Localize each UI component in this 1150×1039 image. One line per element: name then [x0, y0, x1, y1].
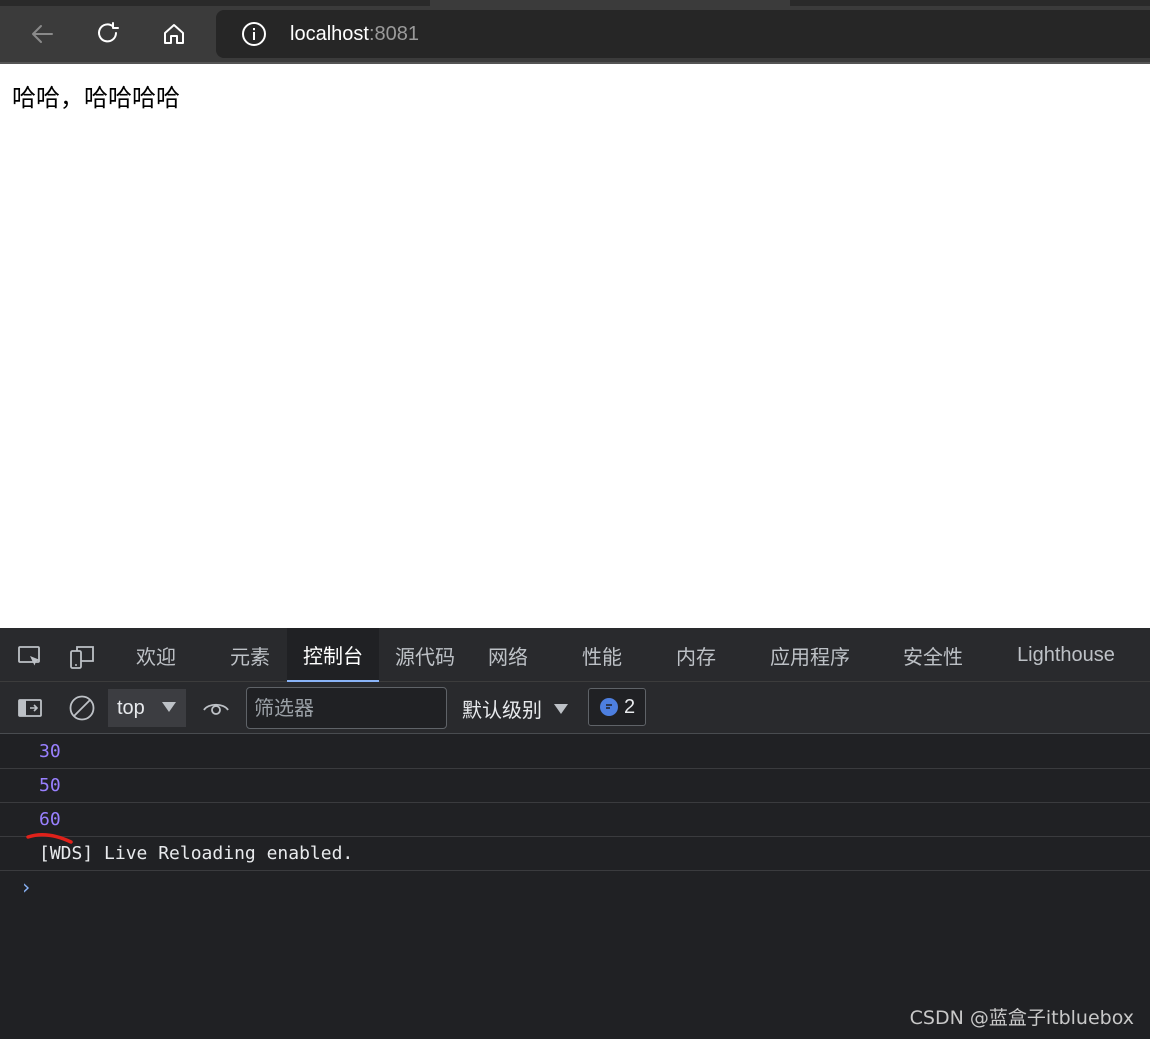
devtools-tab-bar: 欢迎 元素 控制台 源代码 网络 性能 内存 应用程序 安全性 Lighthou… [0, 628, 1150, 682]
tab-strip [0, 0, 430, 6]
tab-strip-right [790, 0, 1150, 6]
inspect-element-icon [18, 646, 40, 666]
tab-sources[interactable]: 源代码 [385, 628, 465, 682]
arrow-left-icon [32, 25, 53, 43]
context-value: top [117, 696, 145, 719]
log-levels-label: 默认级别 [462, 698, 542, 722]
tab-console[interactable]: 控制台 [287, 628, 379, 682]
page-text: 哈哈，哈哈哈哈 [12, 84, 180, 112]
tab-memory[interactable]: 内存 [660, 628, 732, 682]
address-bar[interactable]: localhost:8081 [216, 10, 1150, 58]
console-filter-input[interactable] [246, 687, 447, 729]
home-icon [164, 24, 184, 44]
device-toolbar-button[interactable] [67, 642, 97, 672]
console-row: 50 [0, 769, 1150, 803]
console-row-text: [WDS] Live Reloading enabled. [39, 843, 354, 864]
tab-application[interactable]: 应用程序 [754, 628, 866, 682]
console-row-text: 30 [39, 741, 61, 762]
chevron-down-icon [554, 703, 568, 714]
url-host: localhost [290, 22, 369, 45]
url-port: :8081 [368, 22, 419, 45]
back-button[interactable] [22, 14, 62, 54]
browser-toolbar: localhost:8081 [0, 0, 1150, 64]
reload-icon [98, 22, 119, 43]
inspect-element-button[interactable] [15, 642, 45, 672]
info-icon [242, 22, 266, 46]
page-viewport: 哈哈，哈哈哈哈 [0, 64, 1150, 628]
url-text: localhost:8081 [290, 23, 419, 46]
console-row: [WDS] Live Reloading enabled. [0, 837, 1150, 871]
live-expression-button[interactable] [201, 693, 231, 723]
prompt-chevron-icon: › [20, 875, 33, 899]
eye-icon [203, 703, 229, 715]
console-sidebar-button[interactable] [15, 693, 45, 723]
red-underline-annotation [26, 832, 73, 844]
tab-security[interactable]: 安全性 [888, 628, 978, 682]
tab-lighthouse[interactable]: Lighthouse [1004, 628, 1128, 682]
tab-elements[interactable]: 元素 [214, 628, 286, 682]
tab-network[interactable]: 网络 [472, 628, 544, 682]
log-levels-dropdown[interactable]: 默认级别 [462, 694, 568, 723]
console-row: 30 [0, 735, 1150, 769]
console-prompt[interactable]: › [0, 871, 1150, 903]
home-button[interactable] [154, 14, 194, 54]
clear-console-icon [69, 695, 95, 721]
message-bubble-icon [600, 698, 618, 716]
context-select[interactable]: top [108, 689, 186, 727]
console-row-text: 60 [39, 809, 61, 830]
chevron-down-icon [162, 702, 176, 712]
sidebar-toggle-icon [18, 699, 42, 717]
tab-performance[interactable]: 性能 [566, 628, 638, 682]
issues-count: 2 [624, 695, 636, 718]
tab-welcome[interactable]: 欢迎 [120, 628, 192, 682]
clear-console-button[interactable] [67, 693, 97, 723]
site-info-button[interactable] [240, 20, 268, 48]
watermark: CSDN @蓝盒子itbluebox [909, 1007, 1134, 1029]
console-row-text: 50 [39, 775, 61, 796]
issues-button[interactable]: 2 [588, 688, 646, 726]
console-toolbar: top 默认级别 2 [0, 682, 1150, 734]
console-row: 60 [0, 803, 1150, 837]
reload-button[interactable] [88, 14, 128, 54]
devtools-panel: 欢迎 元素 控制台 源代码 网络 性能 内存 应用程序 安全性 Lighthou… [0, 628, 1150, 1039]
device-toggle-icon [70, 646, 94, 669]
console-output: 30 50 60 [WDS] Live Reloading enabled. › [0, 735, 1150, 903]
